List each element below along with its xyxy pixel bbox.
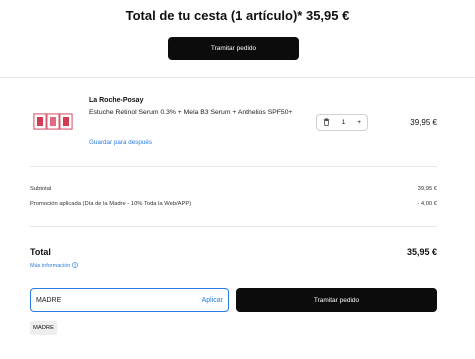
applied-promo-chip: MADRE <box>30 321 57 335</box>
total-value: 35,95 € <box>406 247 437 257</box>
summary-divider <box>30 226 437 227</box>
info-circle-icon <box>72 262 79 270</box>
product-brand: La Roche-Posay <box>89 97 144 104</box>
total-label: Total <box>30 247 51 257</box>
quantity-stepper: 1 + <box>316 114 368 131</box>
promo-code-input[interactable] <box>36 296 202 304</box>
promo-applied-label: Promoción aplicada (Día de la Madre - 10… <box>30 201 192 207</box>
plus-icon[interactable]: + <box>357 119 361 126</box>
cart-header-title: Total de tu cesta (1 artículo)* 35,95 € <box>125 8 350 23</box>
checkout-button-top[interactable]: Tramitar pedido <box>168 37 299 60</box>
save-for-later-link[interactable]: Guardar para después <box>89 139 152 146</box>
product-image[interactable] <box>33 109 73 134</box>
promo-discount-value: - 4,00 € <box>417 201 437 207</box>
quantity-value: 1 <box>341 119 346 126</box>
product-price: 39,95 € <box>410 118 437 127</box>
subtotal-label: Subtotal <box>30 186 52 192</box>
checkout-button-bottom[interactable]: Tramitar pedido <box>236 288 437 312</box>
item-divider <box>30 166 437 167</box>
product-name[interactable]: Estuche Retinol Serum 0.3% + Mela B3 Ser… <box>89 108 304 119</box>
more-info-text: Más información <box>30 263 71 269</box>
promo-code-field: Aplicar <box>30 288 229 312</box>
apply-promo-button[interactable]: Aplicar <box>202 297 223 304</box>
more-info-link[interactable]: Más información <box>30 262 79 270</box>
header-divider <box>0 77 475 78</box>
subtotal-value: 39,95 € <box>417 186 437 192</box>
trash-icon[interactable] <box>323 117 330 128</box>
